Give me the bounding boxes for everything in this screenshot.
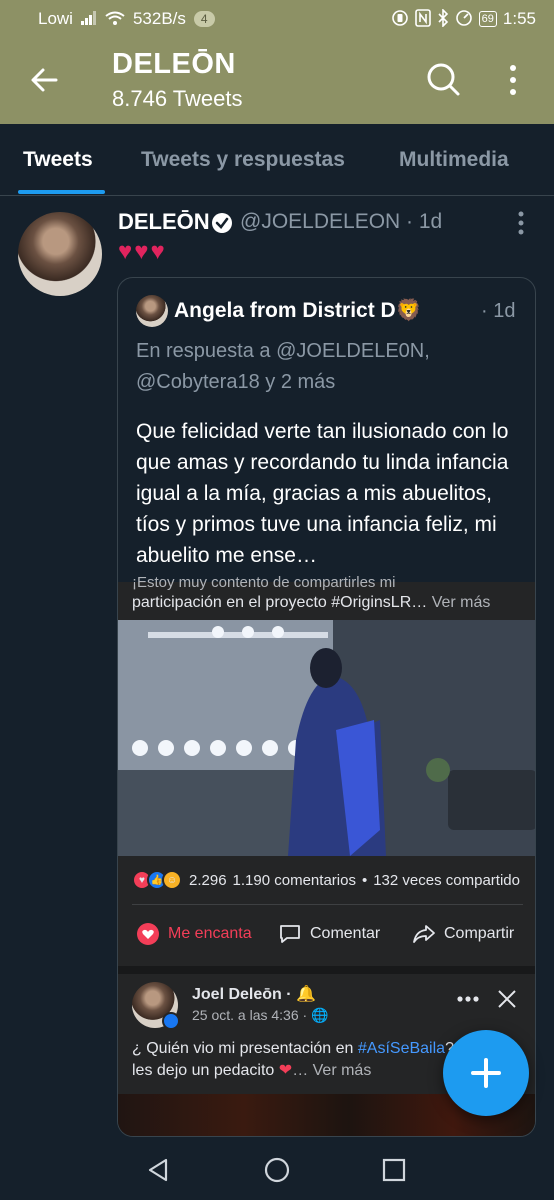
vibrate-icon	[391, 9, 409, 30]
more-options-button[interactable]	[500, 62, 526, 98]
fb-post-see-more: … Ver más	[292, 1062, 372, 1079]
fb-cut-line: ¡Estoy muy contento de compartirles mi	[132, 574, 396, 591]
quoted-author-name: Angela from District D🦁	[174, 299, 422, 322]
reaction-icons: ♥ 👍 ☺	[132, 870, 182, 890]
recents-square-icon[interactable]	[380, 1156, 408, 1184]
speed-gauge-icon	[455, 9, 473, 30]
quoted-avatar	[136, 295, 168, 327]
comment-icon	[280, 925, 300, 943]
fb-love-action: Me encanta	[136, 922, 252, 946]
fb-post-date-text: 25 oct. a las 4:36 ·	[192, 1007, 308, 1023]
tweet-handle-time: @JOELDELEON · 1d	[240, 210, 443, 233]
share-count: 132 veces compartido	[373, 871, 520, 889]
tab-media[interactable]: Multimedia	[399, 148, 509, 172]
back-button[interactable]	[26, 62, 62, 98]
search-button[interactable]	[424, 60, 462, 98]
net-speed: 532B/s	[132, 9, 186, 28]
fb-caption: participación en el proyecto #OriginsLR……	[132, 594, 490, 612]
tweet-count: 8.746 Tweets	[112, 86, 243, 111]
quoted-tweet[interactable]: Angela from District D🦁 · 1d En respuest…	[117, 277, 536, 1137]
fb-post-date: 25 oct. a las 4:36 · 🌐	[192, 1007, 329, 1024]
heart-icon	[137, 923, 159, 945]
notification-count-badge: 4	[193, 11, 215, 27]
clock: 1:55	[502, 9, 536, 28]
status-bar: Lowi 532B/s 4 69 1:55	[0, 0, 554, 38]
fb-comment-action: Comentar	[278, 922, 380, 946]
share-icon	[413, 925, 435, 943]
system-navigation-bar	[0, 1138, 554, 1200]
profile-header: DELEŌN 8.746 Tweets	[0, 38, 554, 124]
fb-share-label: Compartir	[444, 925, 515, 942]
divider	[118, 966, 535, 974]
verified-icon	[162, 1012, 180, 1030]
compose-tweet-button[interactable]	[443, 1030, 529, 1116]
avatar[interactable]	[18, 212, 102, 296]
reply-context: En respuesta a @JOELDELE0N, @Cobytera18 …	[136, 340, 430, 393]
home-circle-icon[interactable]	[263, 1156, 291, 1184]
quoted-text: Que felicidad verte tan ilusionado con l…	[136, 420, 509, 567]
globe-icon: 🌐	[311, 1007, 329, 1023]
verified-icon	[212, 213, 232, 233]
care-reaction-icon: ☺	[162, 870, 182, 890]
heart-emoji: ❤	[278, 1062, 293, 1079]
arrow-left-icon	[31, 68, 58, 92]
divider	[132, 904, 523, 905]
fb-share-action: Compartir	[412, 922, 514, 946]
bluetooth-icon	[437, 7, 449, 30]
fb-caption-text: participación en el proyecto #OriginsLR…	[132, 594, 428, 611]
battery-icon: 69	[478, 11, 497, 27]
comment-count: 1.190 comentarios	[232, 871, 356, 889]
fb-reactions-summary: ♥ 👍 ☺ 2.296 1.190 comentarios • 132 vece…	[132, 870, 520, 890]
bell-icon: 🔔	[296, 986, 316, 1003]
fb-comment-label: Comentar	[310, 925, 381, 942]
nfc-icon	[414, 8, 431, 30]
back-triangle-icon[interactable]	[144, 1156, 172, 1184]
search-icon	[427, 63, 460, 96]
fb-post-text-a: ¿ Quién vio mi presentación en	[132, 1040, 358, 1057]
tweet-author-name[interactable]: DELEŌN	[118, 209, 210, 235]
tab-tweets-replies[interactable]: Tweets y respuestas	[141, 148, 345, 172]
wifi-icon	[105, 11, 125, 28]
tab-tweets[interactable]: Tweets	[23, 148, 93, 172]
fb-see-more: Ver más	[431, 594, 491, 611]
plus-icon	[471, 1058, 501, 1088]
tweet-more-icon[interactable]	[514, 210, 528, 236]
quoted-time: · 1d	[481, 300, 516, 322]
signal-icon	[80, 10, 97, 28]
dot-separator: •	[361, 871, 368, 889]
profile-tabs: Tweets Tweets y respuestas Multimedia	[0, 124, 554, 196]
more-horizontal-icon	[457, 996, 479, 1002]
reaction-count: 2.296	[189, 871, 227, 889]
fb-video-frame	[118, 620, 535, 856]
active-tab-indicator	[18, 190, 105, 194]
carrier-label: Lowi	[38, 9, 73, 28]
hashtag: #AsíSeBaila	[357, 1040, 446, 1057]
page-title: DELEŌN	[112, 48, 236, 80]
fb-post-text-c: les dejo un pedacito	[132, 1062, 279, 1079]
fb-love-label: Me encanta	[168, 925, 252, 942]
fb-post-author: Joel Deleōn · 🔔	[192, 984, 316, 1004]
close-icon	[498, 990, 516, 1008]
tweet-text: ♥♥♥	[118, 238, 167, 265]
fb-post-author-name: Joel Deleōn ·	[192, 986, 292, 1003]
more-vertical-icon	[510, 65, 516, 95]
